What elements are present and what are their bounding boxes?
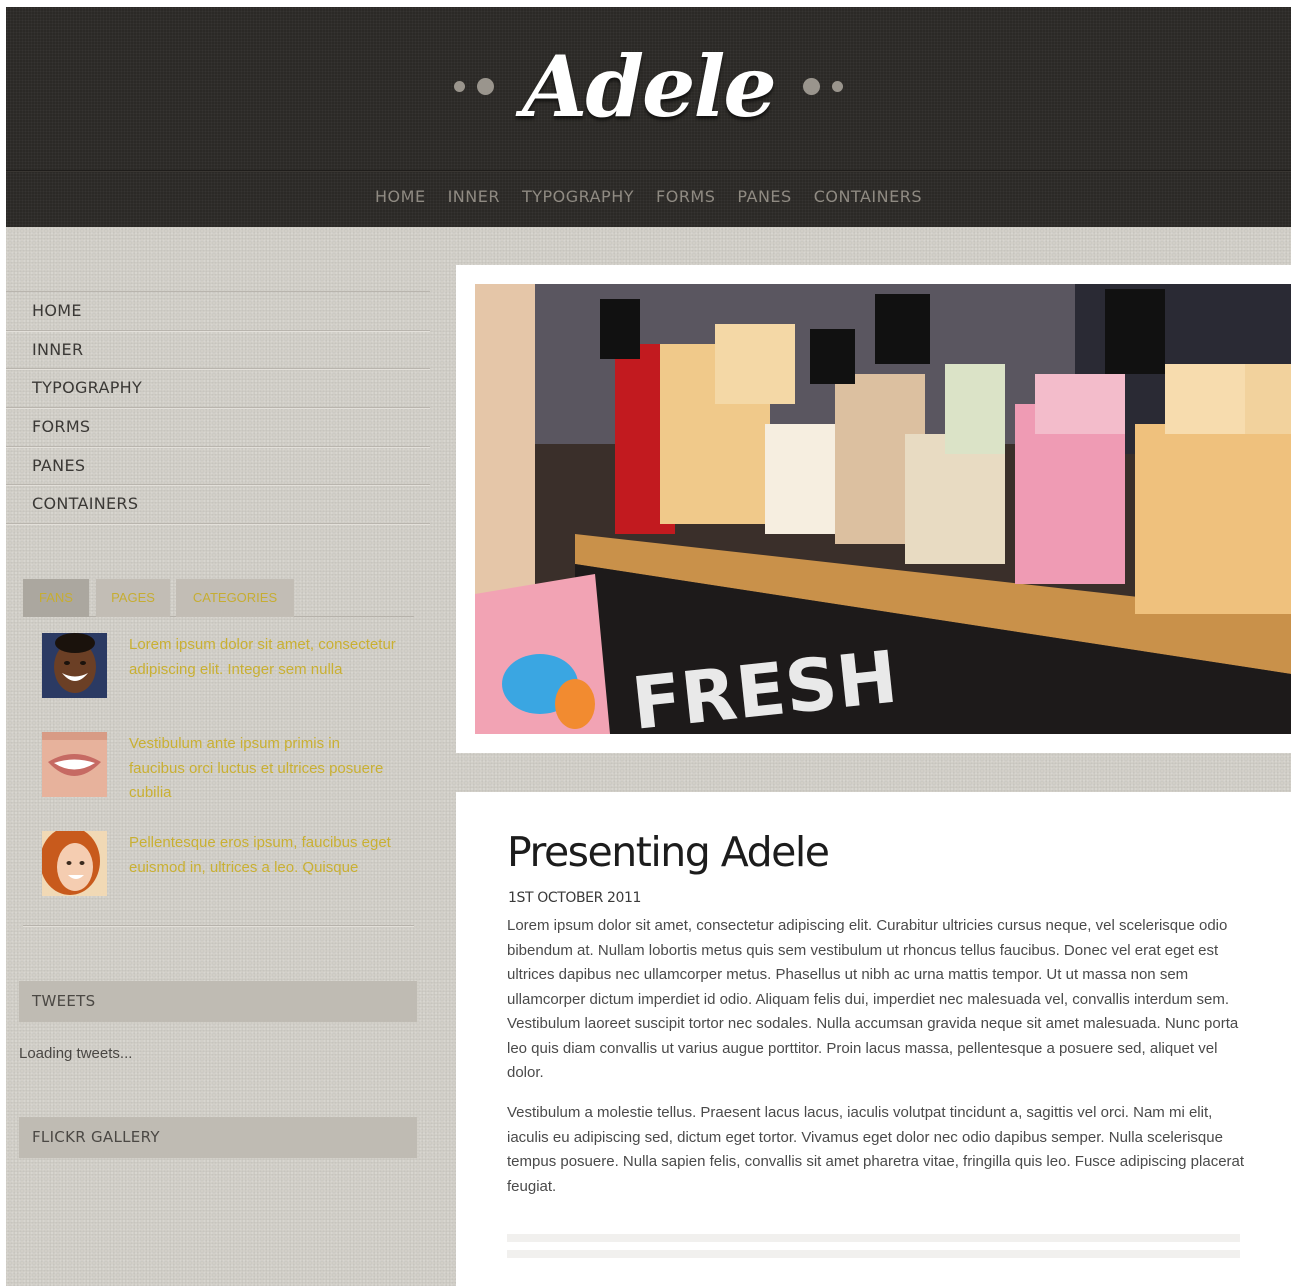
sidebar-item-forms[interactable]: FORMS <box>6 408 430 447</box>
sidebar-menu: HOME INNER TYPOGRAPHY FORMS PANES CONTAI… <box>6 291 430 525</box>
article-paragraph: Lorem ipsum dolor sit amet, consectetur … <box>507 917 1239 1081</box>
article-divider <box>507 1234 1240 1242</box>
list-item[interactable]: Vestibulum ante ipsum primis in faucibus… <box>23 726 414 806</box>
fan-text[interactable]: Lorem ipsum dolor sit amet, consectetur … <box>129 633 399 682</box>
smiling-mouth-avatar[interactable] <box>42 732 107 797</box>
dot-icon <box>803 78 821 96</box>
nav-link-inner[interactable]: INNER <box>448 187 500 206</box>
sidebar-item-inner[interactable]: INNER <box>6 331 430 370</box>
nav-link-typography[interactable]: TYPOGRAPHY <box>522 187 634 206</box>
dot-icon <box>476 78 494 96</box>
tab-fans[interactable]: FANS <box>23 579 89 617</box>
red-haired-woman-avatar[interactable] <box>42 831 107 896</box>
tweets-widget-title: TWEETS <box>19 981 417 1022</box>
logo-dots-left <box>448 78 500 96</box>
hero-image-frame: FRESH <box>456 265 1291 753</box>
tab-categories[interactable]: CATEGORIES <box>176 579 294 617</box>
list-item[interactable]: Lorem ipsum dolor sit amet, consectetur … <box>23 627 414 707</box>
nav-link-home[interactable]: HOME <box>375 187 426 206</box>
sidebar-divider <box>23 925 414 926</box>
sidebar-item-typography[interactable]: TYPOGRAPHY <box>6 369 430 409</box>
dot-icon <box>832 81 844 93</box>
sidebar-item-panes[interactable]: PANES <box>6 447 430 486</box>
list-item[interactable]: Pellentesque eros ipsum, faucibus eget e… <box>23 825 414 905</box>
sidebar-item-containers[interactable]: CONTAINERS <box>6 485 430 525</box>
tweets-status: Loading tweets... <box>19 1045 133 1062</box>
sidebar-item-home[interactable]: HOME <box>6 292 430 331</box>
fan-text[interactable]: Vestibulum ante ipsum primis in faucibus… <box>129 732 399 806</box>
fan-text[interactable]: Pellentesque eros ipsum, faucibus eget e… <box>129 831 399 880</box>
article-date: 1ST OCTOBER 2011 <box>508 890 642 906</box>
article: Presenting Adele 1ST OCTOBER 2011 Lorem … <box>456 792 1291 1286</box>
site-header: Adele HOME INNER TYPOGRAPHY FORMS PANES CONTA… <box>6 7 1291 227</box>
logo-area: Adele <box>6 37 1291 147</box>
article-paragraph: Vestibulum a molestie tellus. Praesent l… <box>507 1104 1245 1195</box>
top-navigation: HOME INNER TYPOGRAPHY FORMS PANES CONTAINERS <box>6 170 1291 227</box>
laughing-man-avatar[interactable] <box>42 633 107 698</box>
tab-pages[interactable]: PAGES <box>96 579 170 617</box>
article-divider <box>507 1250 1240 1258</box>
soap-shop-display-photo[interactable]: FRESH <box>475 284 1291 734</box>
article-title: Presenting Adele <box>507 828 830 876</box>
logo-dots-right <box>797 78 849 96</box>
dot-icon <box>453 81 465 93</box>
page-frame: Adele HOME INNER TYPOGRAPHY FORMS PANES CONTA… <box>6 7 1291 1286</box>
sidebar-tabs: FANS PAGES CATEGORIES <box>23 579 414 617</box>
nav-link-forms[interactable]: FORMS <box>656 187 715 206</box>
nav-link-panes[interactable]: PANES <box>737 187 791 206</box>
flickr-widget-title: FLICKR GALLERY <box>19 1117 417 1158</box>
site-logo[interactable]: Adele <box>522 37 777 137</box>
nav-link-containers[interactable]: CONTAINERS <box>814 187 922 206</box>
